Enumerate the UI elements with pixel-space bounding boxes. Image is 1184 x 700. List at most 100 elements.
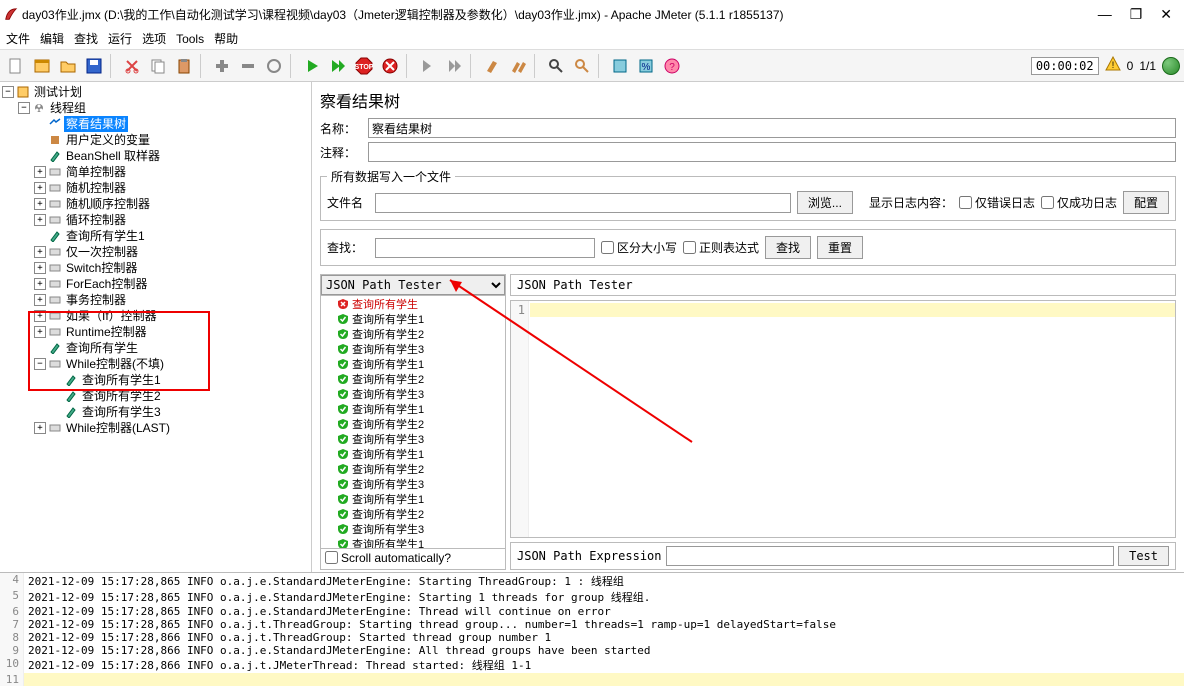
result-item[interactable]: 查询所有学生1: [321, 311, 505, 326]
open-icon[interactable]: [56, 54, 80, 78]
browse-button[interactable]: 浏览...: [797, 191, 853, 214]
menu-help[interactable]: 帮助: [214, 30, 238, 47]
result-item[interactable]: 查询所有学生1: [321, 536, 505, 548]
result-item[interactable]: 查询所有学生3: [321, 431, 505, 446]
paste-icon[interactable]: [172, 54, 196, 78]
shutdown-icon[interactable]: [378, 54, 402, 78]
menu-search[interactable]: 查找: [74, 30, 98, 47]
tree-item-9[interactable]: +Switch控制器: [2, 260, 309, 276]
remote-stop-icon[interactable]: [442, 54, 466, 78]
tree-item-0[interactable]: 察看结果树: [2, 116, 309, 132]
filename-input[interactable]: [375, 193, 791, 213]
json-output-area[interactable]: 1: [510, 300, 1176, 538]
tree-item-2[interactable]: BeanShell 取样器: [2, 148, 309, 164]
tree-toggle[interactable]: +: [34, 310, 46, 322]
response-renderer-select[interactable]: JSON Path Tester: [321, 275, 505, 295]
tree-item-7[interactable]: 查询所有学生1: [2, 228, 309, 244]
function-helper-icon[interactable]: [608, 54, 632, 78]
tree-toggle[interactable]: +: [34, 182, 46, 194]
tree-item-19[interactable]: +While控制器(LAST): [2, 420, 309, 436]
remote-start-icon[interactable]: [416, 54, 440, 78]
result-item[interactable]: 查询所有学生2: [321, 461, 505, 476]
results-list[interactable]: 查询所有学生查询所有学生1查询所有学生2查询所有学生3查询所有学生1查询所有学生…: [321, 295, 505, 548]
start-no-timers-icon[interactable]: [326, 54, 350, 78]
cut-icon[interactable]: [120, 54, 144, 78]
menu-tools[interactable]: Tools: [176, 32, 204, 46]
templates-icon[interactable]: [30, 54, 54, 78]
only-success-checkbox[interactable]: 仅成功日志: [1041, 194, 1117, 211]
toggle-icon[interactable]: [262, 54, 286, 78]
tree-item-1[interactable]: 用户定义的变量: [2, 132, 309, 148]
stop-icon[interactable]: STOP: [352, 54, 376, 78]
tree-item-14[interactable]: 查询所有学生: [2, 340, 309, 356]
result-item[interactable]: 查询所有学生1: [321, 491, 505, 506]
comment-input[interactable]: [368, 142, 1176, 162]
case-sensitive-checkbox[interactable]: 区分大小写: [601, 239, 677, 256]
only-error-checkbox[interactable]: 仅错误日志: [959, 194, 1035, 211]
search-input[interactable]: [375, 238, 595, 258]
result-item[interactable]: 查询所有学生3: [321, 476, 505, 491]
test-button[interactable]: Test: [1118, 546, 1169, 566]
log-panel[interactable]: 42021-12-09 15:17:28,865 INFO o.a.j.e.St…: [0, 572, 1184, 694]
result-item[interactable]: 查询所有学生1: [321, 401, 505, 416]
result-item[interactable]: 查询所有学生3: [321, 521, 505, 536]
warning-icon[interactable]: !: [1105, 56, 1121, 75]
tree-item-18[interactable]: 查询所有学生3: [2, 404, 309, 420]
tree-item-4[interactable]: +随机控制器: [2, 180, 309, 196]
result-item[interactable]: 查询所有学生2: [321, 326, 505, 341]
tree-toggle[interactable]: +: [34, 214, 46, 226]
copy-icon[interactable]: [146, 54, 170, 78]
tree-toggle[interactable]: +: [34, 422, 46, 434]
tree-item-11[interactable]: +事务控制器: [2, 292, 309, 308]
tree-toggle[interactable]: +: [34, 326, 46, 338]
tree-toggle[interactable]: +: [34, 198, 46, 210]
name-input[interactable]: [368, 118, 1176, 138]
clear-icon[interactable]: [480, 54, 504, 78]
tree-toggle[interactable]: +: [34, 166, 46, 178]
tree-toggle[interactable]: −: [34, 358, 46, 370]
menu-run[interactable]: 运行: [108, 30, 132, 47]
regex-checkbox[interactable]: 正则表达式: [683, 239, 759, 256]
result-item[interactable]: 查询所有学生2: [321, 371, 505, 386]
result-item[interactable]: 查询所有学生2: [321, 506, 505, 521]
tree-test-plan[interactable]: −测试计划: [2, 84, 309, 100]
result-item[interactable]: 查询所有学生2: [321, 416, 505, 431]
menu-options[interactable]: 选项: [142, 30, 166, 47]
result-item[interactable]: 查询所有学生1: [321, 446, 505, 461]
tree-toggle[interactable]: −: [18, 102, 30, 114]
tree-toggle[interactable]: +: [34, 294, 46, 306]
tree-item-13[interactable]: +Runtime控制器: [2, 324, 309, 340]
tree-toggle[interactable]: +: [34, 262, 46, 274]
reset-search-icon[interactable]: [570, 54, 594, 78]
scroll-auto-checkbox[interactable]: Scroll automatically?: [325, 551, 451, 565]
tree-item-8[interactable]: +仅一次控制器: [2, 244, 309, 260]
tree-item-12[interactable]: +如果（If）控制器: [2, 308, 309, 324]
help-icon[interactable]: %: [634, 54, 658, 78]
tree-toggle[interactable]: +: [34, 246, 46, 258]
search-icon[interactable]: [544, 54, 568, 78]
config-button[interactable]: 配置: [1123, 191, 1169, 214]
tree-item-16[interactable]: 查询所有学生1: [2, 372, 309, 388]
menu-edit[interactable]: 编辑: [40, 30, 64, 47]
result-item[interactable]: 查询所有学生3: [321, 386, 505, 401]
help2-icon[interactable]: ?: [660, 54, 684, 78]
search-button[interactable]: 查找: [765, 236, 811, 259]
new-icon[interactable]: [4, 54, 28, 78]
tree-thread-group[interactable]: −线程组: [2, 100, 309, 116]
tree-item-3[interactable]: +简单控制器: [2, 164, 309, 180]
result-item[interactable]: 查询所有学生1: [321, 356, 505, 371]
tree-item-5[interactable]: +随机顺序控制器: [2, 196, 309, 212]
expand-icon[interactable]: [210, 54, 234, 78]
save-icon[interactable]: [82, 54, 106, 78]
menu-file[interactable]: 文件: [6, 30, 30, 47]
close-button[interactable]: ✕: [1160, 6, 1172, 23]
tree-item-15[interactable]: −While控制器(不填): [2, 356, 309, 372]
start-icon[interactable]: [300, 54, 324, 78]
tree-toggle[interactable]: −: [2, 86, 14, 98]
tree-item-10[interactable]: +ForEach控制器: [2, 276, 309, 292]
result-item[interactable]: 查询所有学生: [321, 296, 505, 311]
json-expr-input[interactable]: [666, 546, 1115, 566]
reset-button[interactable]: 重置: [817, 236, 863, 259]
tree-item-17[interactable]: 查询所有学生2: [2, 388, 309, 404]
minimize-button[interactable]: —: [1098, 6, 1112, 23]
